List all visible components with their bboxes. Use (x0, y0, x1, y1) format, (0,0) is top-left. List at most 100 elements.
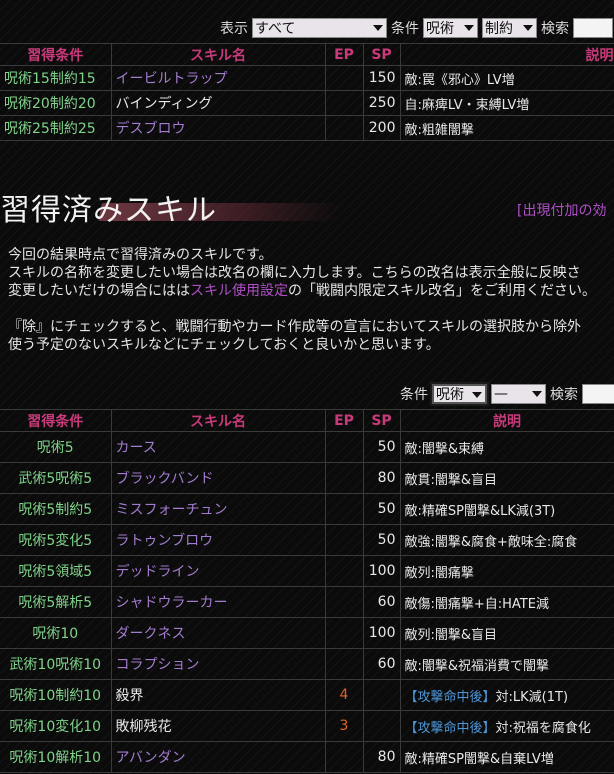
skill-ep (325, 617, 364, 649)
trigger-tag: 【攻撃命中後】 (404, 720, 496, 736)
skill-sp: 100 (363, 617, 401, 649)
table-row: 呪術10制約10 殺界 4 【攻撃命中後】対:LK減(1T) (0, 679, 614, 711)
skill-name: 殺界 (111, 679, 326, 711)
skill-link[interactable]: シャドウラーカー (111, 586, 326, 618)
skill-condition: 武術10呪術10 (0, 648, 112, 680)
section-heading: 習得済みスキル (0, 185, 342, 229)
skill-condition: 呪術10 (0, 617, 112, 649)
table-row: 武術5呪術5 ブラックバンド 80 敵貫:闇撃&盲目 (0, 462, 614, 494)
table-row: 呪術5制約5 ミスフォーチュン 50 敵:精確SP闇撃&LK減(3T) (0, 493, 614, 525)
skill-condition: 呪術5変化5 (0, 524, 112, 556)
table-row: 呪術25制約25 デスブロウ 200 敵:粗雑闇撃 (0, 115, 614, 141)
skill-sp: 50 (363, 493, 401, 525)
table-row: 呪術15制約15 イービルトラップ 150 敵:罠《邪心》LV増 (0, 65, 614, 91)
chevron-down-icon (373, 25, 383, 31)
condition-label: 条件 (391, 21, 419, 37)
skill-sp: 60 (363, 586, 401, 618)
search-label: 検索 (541, 21, 569, 37)
skill-description: 敵貫:闇撃&盲目 (400, 462, 614, 494)
skill-description: 敵:闇撃&祝福消費で闇撃 (400, 648, 614, 680)
skill-condition: 呪術5 (0, 431, 112, 463)
skill-description: 敵:精確SP闇撃&自棄LV増 (400, 741, 614, 773)
section-title: 習得済みスキル (0, 193, 217, 228)
skill-description: 敵傷:闇痛撃+自:HATE減 (400, 586, 614, 618)
skill-ep (325, 586, 364, 618)
appearance-effect-link[interactable]: [出現付加の効 (517, 200, 606, 220)
condition-select[interactable]: 呪術 (430, 382, 489, 406)
table-header-row: 習得条件 スキル名 EP SP 説明 (0, 409, 614, 432)
skill-condition: 武術5呪術5 (0, 462, 112, 494)
skill-description: 敵:闇撃&束縛 (400, 431, 614, 463)
chevron-down-icon (464, 25, 474, 31)
learned-skills-body: 呪術5 カース 50 敵:闇撃&束縛 武術5呪術5 ブラックバンド 80 敵貫:闇撃&盲目 呪術… (0, 431, 614, 773)
skill-link[interactable]: デッドライン (111, 555, 326, 587)
trigger-tag: 【攻撃命中後】 (404, 689, 496, 705)
top-filter-bar: 表示 すべて 条件 呪術 制約 検索 (220, 16, 614, 40)
skill-link[interactable]: ミスフォーチュン (111, 493, 326, 525)
display-label: 表示 (220, 21, 248, 37)
header-description: 説明 (400, 409, 614, 432)
display-select[interactable]: すべて (252, 18, 387, 38)
search-input[interactable] (582, 384, 614, 404)
search-input[interactable] (573, 18, 613, 38)
table-row: 呪術10変化10 敗柳残花 3 【攻撃命中後】対:祝福を腐食化 (0, 710, 614, 742)
table-row: 呪術10 ダークネス 100 敵列:闇撃&盲目 (0, 617, 614, 649)
skill-ep (325, 493, 364, 525)
skill-ep (325, 648, 364, 680)
chevron-down-icon (532, 391, 542, 397)
skill-description: 敵:精確SP闇撃&LK減(3T) (400, 493, 614, 525)
skill-condition: 呪術10変化10 (0, 710, 112, 742)
skill-description: 敵列:闇撃&盲目 (400, 617, 614, 649)
skill-name: 敗柳残花 (111, 710, 326, 742)
table-row: 呪術20制約20 バインディング 250 自:麻痺LV・束縛LV増 (0, 90, 614, 116)
skill-settings-link[interactable]: スキル使用設定 (190, 283, 288, 299)
table-row: 呪術10解析10 アバンダン 80 敵:精確SP闇撃&自棄LV増 (0, 741, 614, 773)
skill-link[interactable]: イービルトラップ (111, 65, 326, 91)
skill-link[interactable]: デスブロウ (111, 115, 326, 141)
intro-text: 今回の結果時点で習得済みのスキルです。 スキルの名称を変更したい場合は改名の欄に… (8, 247, 596, 353)
header-description: 説明 (400, 43, 614, 66)
header-sp: SP (363, 409, 401, 432)
skill-ep (325, 431, 364, 463)
skill-sp: 100 (363, 555, 401, 587)
search-label: 検索 (550, 387, 578, 403)
constraint-select[interactable]: — (491, 384, 546, 404)
condition-label: 条件 (400, 387, 428, 403)
chevron-down-icon (523, 25, 533, 31)
skill-sp: 60 (363, 648, 401, 680)
skill-ep: 4 (325, 679, 364, 711)
header-sp: SP (363, 43, 401, 66)
skill-link[interactable]: ラトゥンブロウ (111, 524, 326, 556)
table-row: 呪術5 カース 50 敵:闇撃&束縛 (0, 431, 614, 463)
table-row: 武術10呪術10 コラプション 60 敵:闇撃&祝福消費で闇撃 (0, 648, 614, 680)
skill-sp (363, 710, 401, 742)
skill-link[interactable]: アバンダン (111, 741, 326, 773)
condition-select[interactable]: 呪術 (423, 18, 478, 38)
available-skills-table: 習得条件 スキル名 EP SP 説明 呪術15制約15 イービルトラップ 150… (0, 43, 614, 141)
skill-link[interactable]: ブラックバンド (111, 462, 326, 494)
learned-skills-table: 習得条件 スキル名 EP SP 説明 呪術5 カース 50 敵:闇撃&束縛 武術5呪術5… (0, 409, 614, 773)
header-condition: 習得条件 (0, 409, 112, 432)
skill-link[interactable]: カース (111, 431, 326, 463)
skill-name: バインディング (111, 90, 326, 116)
header-ep: EP (325, 409, 364, 432)
skill-condition: 呪術5領域5 (0, 555, 112, 587)
skill-condition: 呪術10制約10 (0, 679, 112, 711)
constraint-select[interactable]: 制約 (482, 18, 537, 38)
skill-link[interactable]: コラプション (111, 648, 326, 680)
skill-condition: 呪術10解析10 (0, 741, 112, 773)
table-row: 呪術5解析5 シャドウラーカー 60 敵傷:闇痛撃+自:HATE減 (0, 586, 614, 618)
skill-sp: 80 (363, 741, 401, 773)
skill-ep (325, 555, 364, 587)
header-name: スキル名 (111, 43, 326, 66)
skill-sp: 80 (363, 462, 401, 494)
chevron-down-icon (472, 392, 482, 398)
table-row: 呪術5変化5 ラトゥンブロウ 50 敵強:闇撃&腐食+敵味全:腐食 (0, 524, 614, 556)
skill-condition: 呪術5制約5 (0, 493, 112, 525)
header-ep: EP (325, 43, 364, 66)
skill-description: 【攻撃命中後】対:祝福を腐食化 (400, 710, 614, 742)
skill-ep (325, 524, 364, 556)
table-header-row: 習得条件 スキル名 EP SP 説明 (0, 43, 614, 66)
skill-link[interactable]: ダークネス (111, 617, 326, 649)
skill-description: 【攻撃命中後】対:LK減(1T) (400, 679, 614, 711)
